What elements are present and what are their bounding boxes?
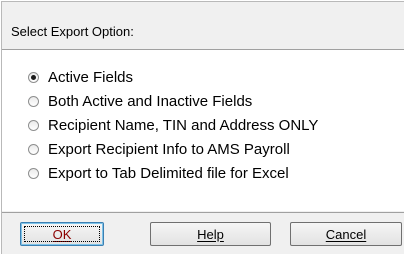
dialog-title: Select Export Option: (11, 24, 134, 39)
radio-icon[interactable] (28, 119, 39, 131)
option-label: Both Active and Inactive Fields (48, 92, 253, 110)
option-recipient-only[interactable]: Recipient Name, TIN and Address ONLY (28, 115, 318, 135)
focus-rectangle (24, 226, 100, 242)
option-active-fields[interactable]: Active Fields (28, 67, 133, 87)
cancel-button[interactable]: Cancel (290, 222, 402, 246)
footer-divider (2, 212, 404, 213)
option-label: Active Fields (48, 68, 134, 86)
dialog-header: Select Export Option: (2, 2, 404, 44)
option-active-and-inactive[interactable]: Both Active and Inactive Fields (28, 91, 252, 111)
ok-button[interactable]: OK (20, 222, 104, 246)
help-button-label: Help (197, 226, 224, 242)
export-options-group: Active Fields Both Active and Inactive F… (2, 51, 404, 211)
option-export-ams-payroll[interactable]: Export Recipient Info to AMS Payroll (28, 139, 290, 159)
option-export-tab-delimited[interactable]: Export to Tab Delimited file for Excel (28, 163, 289, 183)
option-label: Recipient Name, TIN and Address ONLY (48, 116, 319, 134)
export-option-dialog: Select Export Option: Active Fields Both… (1, 1, 404, 254)
radio-selected-icon[interactable] (28, 71, 39, 83)
radio-icon[interactable] (28, 167, 39, 179)
cancel-button-label: Cancel (325, 226, 367, 242)
option-label: Export to Tab Delimited file for Excel (48, 164, 289, 182)
help-button[interactable]: Help (150, 222, 271, 246)
option-label: Export Recipient Info to AMS Payroll (48, 140, 290, 158)
radio-icon[interactable] (28, 143, 39, 155)
radio-icon[interactable] (28, 95, 39, 107)
